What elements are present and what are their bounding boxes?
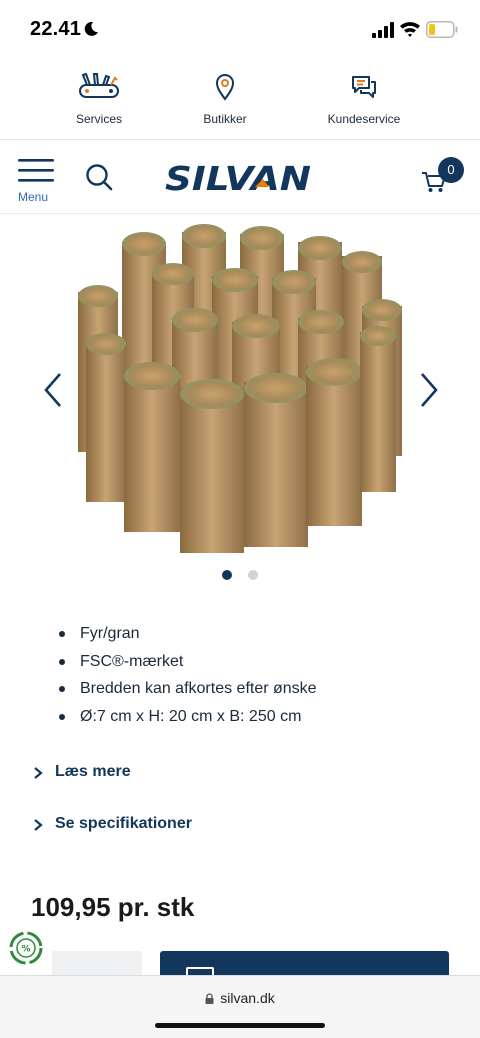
- chevron-right-icon: [34, 767, 43, 779]
- gallery-dot-2[interactable]: [248, 570, 259, 580]
- search-icon[interactable]: [85, 163, 113, 191]
- menu-label: Menu: [18, 190, 49, 204]
- top-links-bar: Services Butikker Kundeservice: [0, 62, 480, 140]
- tools-icon: [79, 72, 119, 98]
- gallery-dot-1[interactable]: [221, 570, 232, 580]
- product-features-list: Fyr/gran FSC®-mærket Bredden kan afkorte…: [56, 620, 317, 730]
- product-image-wooden-log-roll: [78, 224, 402, 553]
- browser-address-bar[interactable]: silvan.dk: [0, 975, 480, 1038]
- url-display[interactable]: silvan.dk: [0, 990, 480, 1006]
- read-more-toggle[interactable]: Læs mere: [32, 762, 172, 788]
- services-label: Services: [75, 112, 122, 126]
- status-time: 22.41: [30, 18, 82, 40]
- site-header: Menu SILVAN 0: [0, 141, 480, 214]
- hamburger-icon: [18, 159, 54, 182]
- specifications-label: Se specifikationer: [55, 815, 192, 832]
- moon-icon: [84, 21, 98, 36]
- url-text: silvan.dk: [220, 990, 275, 1006]
- specifications-toggle[interactable]: Se specifikationer: [32, 814, 232, 840]
- battery-icon: [426, 21, 458, 38]
- menu-button[interactable]: Menu: [16, 156, 56, 204]
- customer-service-label: Kundeservice: [327, 112, 401, 126]
- cart-button[interactable]: 0: [420, 155, 468, 195]
- stores-label: Butikker: [203, 112, 247, 126]
- services-link[interactable]: Services: [34, 72, 164, 126]
- lock-icon: [205, 993, 214, 1004]
- stores-link[interactable]: Butikker: [160, 72, 290, 126]
- feature-item: FSC®-mærket: [56, 648, 317, 676]
- cellular-signal-icon: [372, 22, 394, 38]
- product-price: 109,95 pr. stk: [31, 892, 195, 922]
- chat-bubbles-icon: [352, 76, 376, 98]
- feature-item: Bredden kan afkortes efter ønske: [56, 675, 317, 703]
- wifi-icon: [400, 22, 420, 37]
- read-more-label: Læs mere: [55, 763, 131, 780]
- discount-badge-icon[interactable]: %: [8, 930, 44, 966]
- silvan-logo[interactable]: SILVAN: [163, 157, 313, 197]
- chevron-left-icon[interactable]: [38, 370, 68, 410]
- feature-item: Fyr/gran: [56, 620, 317, 648]
- feature-item: Ø:7 cm x H: 20 cm x B: 250 cm: [56, 703, 317, 731]
- chevron-right-icon: [34, 819, 43, 831]
- product-gallery: [0, 214, 480, 594]
- status-bar: 22.41: [0, 0, 480, 58]
- location-pin-icon: [215, 74, 235, 101]
- home-indicator[interactable]: [155, 1023, 325, 1028]
- svg-text:SILVAN: SILVAN: [165, 159, 311, 197]
- svg-text:%: %: [21, 945, 30, 955]
- gallery-pagination: [0, 567, 480, 585]
- chevron-right-icon[interactable]: [414, 370, 444, 410]
- customer-service-link[interactable]: Kundeservice: [299, 72, 429, 126]
- cart-count-badge: 0: [438, 157, 464, 183]
